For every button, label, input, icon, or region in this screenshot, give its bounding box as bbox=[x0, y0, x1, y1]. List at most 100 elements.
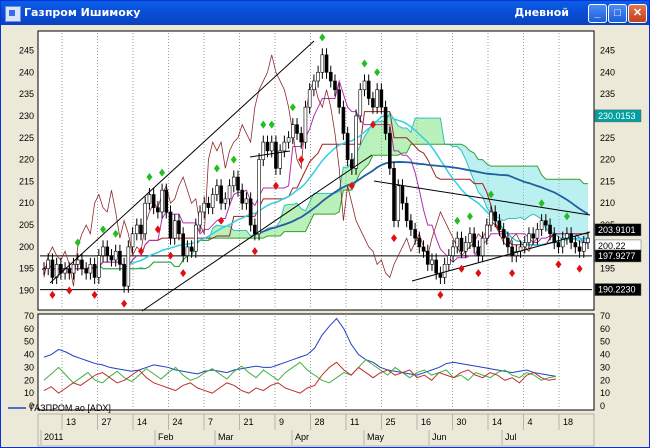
price-tick-label: 230 bbox=[19, 111, 34, 121]
indicator-tick-label: 30 bbox=[600, 362, 610, 372]
candle-body bbox=[168, 211, 173, 239]
candle-body bbox=[231, 176, 236, 187]
candle-body bbox=[118, 250, 122, 265]
cloud-segment bbox=[566, 179, 572, 240]
candle-body bbox=[400, 185, 405, 204]
month-label: Apr bbox=[295, 432, 309, 442]
candle-body bbox=[151, 194, 156, 208]
price-tag-value: 200.22 bbox=[598, 241, 626, 251]
day-label: 14 bbox=[137, 417, 147, 427]
candle-body bbox=[358, 89, 363, 117]
candle-body bbox=[442, 264, 447, 278]
candle-body bbox=[130, 233, 135, 248]
price-tag-value: 190.2230 bbox=[598, 285, 636, 295]
candle-body bbox=[88, 264, 93, 274]
candle-body bbox=[215, 185, 219, 195]
candle-body bbox=[244, 198, 249, 204]
price-tick-label: 240 bbox=[600, 67, 615, 77]
candle-body bbox=[577, 246, 582, 252]
candle-body bbox=[383, 106, 388, 134]
cloud-segment bbox=[516, 166, 521, 219]
candle-body bbox=[539, 220, 544, 230]
candle-body bbox=[476, 246, 481, 256]
candle-body bbox=[404, 202, 409, 221]
month-label: May bbox=[367, 432, 385, 442]
cloud-segment bbox=[575, 179, 580, 242]
indicator-tick-label: 60 bbox=[24, 324, 34, 334]
candle-body bbox=[544, 220, 548, 226]
candle-body bbox=[253, 224, 257, 235]
day-label: 30 bbox=[457, 417, 467, 427]
candle-body bbox=[80, 259, 84, 270]
candle-body bbox=[75, 259, 80, 265]
candle-body bbox=[531, 233, 535, 239]
day-label: 27 bbox=[102, 417, 112, 427]
month-label: Mar bbox=[218, 432, 234, 442]
cloud-segment bbox=[524, 166, 529, 220]
candle-body bbox=[493, 211, 498, 221]
candle-body bbox=[105, 246, 110, 256]
title-bar[interactable]: Газпром Ишимоку Дневной _ □ ✕ bbox=[1, 1, 649, 25]
candle-body bbox=[261, 141, 266, 160]
candle-body bbox=[489, 211, 493, 226]
price-tick-label: 210 bbox=[600, 198, 615, 208]
candle-body bbox=[172, 220, 177, 239]
cloud-segment bbox=[427, 118, 432, 145]
candle-body bbox=[350, 159, 354, 169]
day-label: 25 bbox=[386, 417, 396, 427]
candle-body bbox=[362, 80, 367, 91]
candle-body bbox=[455, 237, 460, 248]
close-button[interactable]: ✕ bbox=[628, 4, 647, 23]
price-tag-value: 197.9277 bbox=[598, 251, 636, 261]
candle-body bbox=[101, 246, 105, 256]
price-tick-label: 200 bbox=[19, 242, 34, 252]
indicator-panel[interactable] bbox=[37, 313, 595, 411]
cloud-segment bbox=[242, 230, 247, 239]
cloud-segment bbox=[233, 230, 238, 239]
price-tick-label: 235 bbox=[600, 89, 615, 99]
day-label: 24 bbox=[173, 417, 183, 427]
candle-body bbox=[586, 237, 590, 243]
indicator-tick-label: 30 bbox=[24, 362, 34, 372]
month-label: Feb bbox=[158, 432, 174, 442]
price-tick-label: 235 bbox=[19, 89, 34, 99]
candle-body bbox=[451, 246, 455, 256]
cloud-segment bbox=[419, 118, 424, 145]
price-tick-label: 225 bbox=[19, 133, 34, 143]
minimize-button[interactable]: _ bbox=[588, 4, 607, 23]
day-label: 4 bbox=[528, 417, 533, 427]
timeframe-label[interactable]: Дневной bbox=[514, 6, 569, 19]
candle-body bbox=[417, 237, 422, 248]
candle-body bbox=[379, 89, 384, 108]
candle-body bbox=[92, 264, 97, 278]
candle-body bbox=[501, 229, 506, 239]
candle-body bbox=[46, 259, 51, 270]
cloud-segment bbox=[528, 166, 534, 217]
candle-body bbox=[109, 255, 114, 261]
cloud-segment bbox=[237, 230, 243, 239]
cloud-segment bbox=[322, 193, 327, 215]
candle-body bbox=[282, 141, 287, 152]
day-label: 18 bbox=[563, 417, 573, 427]
day-label: 16 bbox=[421, 417, 431, 427]
candle-body bbox=[328, 71, 333, 82]
candle-body bbox=[447, 255, 451, 265]
candle-body bbox=[303, 106, 308, 143]
price-tick-label: 220 bbox=[600, 155, 615, 165]
candle-body bbox=[371, 98, 375, 108]
candle-body bbox=[480, 237, 485, 256]
candle-body bbox=[126, 246, 131, 287]
chart-area: 245240235230225220215210205200195190 245… bbox=[8, 30, 642, 447]
day-label: 11 bbox=[350, 417, 359, 427]
candle-body bbox=[194, 224, 198, 252]
price-tick-label: 215 bbox=[600, 176, 615, 186]
price-tag-value: 230.0153 bbox=[598, 111, 636, 121]
indicator-tick-label: 50 bbox=[24, 337, 34, 347]
candle-body bbox=[295, 124, 299, 134]
window-title: Газпром Ишимоку bbox=[24, 6, 141, 19]
candle-body bbox=[556, 242, 561, 248]
maximize-button[interactable]: □ bbox=[608, 4, 627, 23]
candle-body bbox=[181, 233, 185, 256]
indicator-tick-label: 60 bbox=[600, 324, 610, 334]
cloud-segment bbox=[520, 166, 525, 220]
